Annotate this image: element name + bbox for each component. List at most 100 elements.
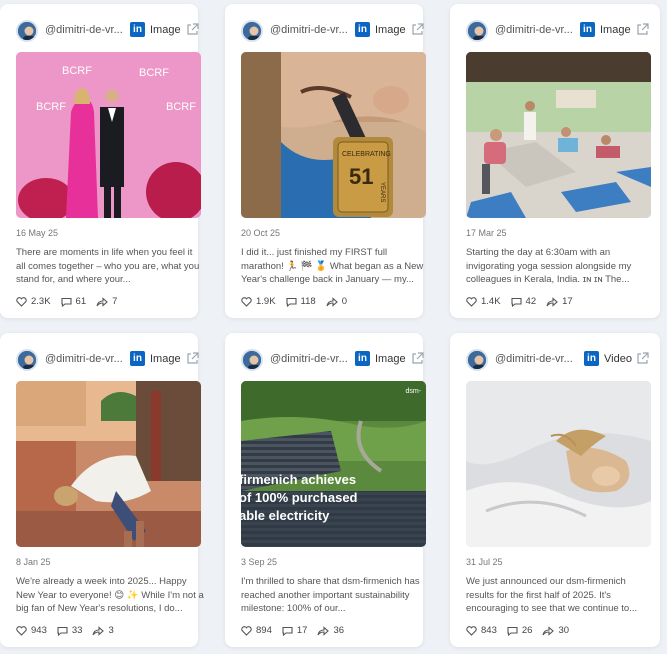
image-caption: dsm-: [405, 388, 421, 395]
post-date: 16 May 25: [16, 228, 59, 238]
post-text[interactable]: There are moments in life when you feel …: [16, 246, 204, 287]
medal-text: CELEBRATING: [342, 151, 391, 158]
shares-count: 0: [341, 296, 347, 307]
author-handle[interactable]: @dimitri-de-vr...: [270, 353, 348, 365]
post-date: 3 Sep 25: [241, 557, 278, 567]
post-text[interactable]: Starting the day at 6:30am with an invig…: [466, 246, 654, 287]
external-link-icon[interactable]: [636, 23, 649, 36]
shares-stat: 3: [92, 625, 114, 636]
post-card[interactable]: @dimitri-de-vr... in Video 31 Jul 25 We …: [450, 333, 660, 647]
media-type-label: Image: [150, 353, 181, 365]
card-header: @dimitri-de-vr... in Image: [225, 4, 424, 50]
comment-icon: [510, 297, 522, 307]
shares-stat: 0: [326, 296, 347, 307]
comments-stat: 33: [57, 625, 83, 636]
post-video-thumbnail[interactable]: [466, 381, 651, 547]
author-handle[interactable]: @dimitri-de-vr...: [270, 24, 348, 36]
card-header: @dimitri-de-vr... in Image: [225, 333, 424, 379]
post-card[interactable]: @dimitri-de-vr... in Image dsm- firmenic…: [225, 333, 426, 647]
image-caption: of 100% purchased: [241, 490, 358, 505]
post-text[interactable]: I did it... just finished my FIRST full …: [241, 246, 429, 287]
comments-stat: 17: [282, 625, 308, 636]
media-type-label: Image: [150, 24, 181, 36]
post-image[interactable]: BCRF BCRF BCRF BCRF: [16, 52, 201, 218]
share-icon: [317, 625, 330, 636]
linkedin-icon: in: [580, 22, 595, 37]
post-image[interactable]: [466, 52, 651, 218]
avatar[interactable]: [466, 349, 488, 371]
likes-count: 1.4K: [481, 296, 501, 307]
card-header: @dimitri-de-vr... in Image: [0, 4, 199, 50]
external-link-icon[interactable]: [411, 352, 424, 365]
comment-icon: [285, 297, 297, 307]
shares-stat: 30: [542, 625, 569, 636]
linkedin-icon: in: [355, 351, 370, 366]
share-icon: [326, 296, 338, 307]
comments-stat: 118: [285, 296, 316, 307]
likes-count: 894: [256, 625, 272, 636]
author-handle[interactable]: @dimitri-de-vr...: [45, 24, 123, 36]
medal-text: YEARS: [379, 182, 385, 202]
avatar[interactable]: [241, 20, 263, 42]
comment-icon: [507, 626, 518, 636]
shares-count: 7: [112, 296, 118, 307]
likes-count: 2.3K: [31, 296, 51, 307]
author-handle[interactable]: @dimitri-de-vr...: [495, 24, 573, 36]
post-image[interactable]: dsm- firmenich achieves of 100% purchase…: [241, 381, 426, 547]
banner-text: BCRF: [62, 65, 92, 77]
likes-count: 1.9K: [256, 296, 276, 307]
heart-icon: [466, 296, 477, 307]
shares-stat: 36: [317, 625, 344, 636]
likes-count: 843: [481, 625, 497, 636]
post-stats: 1.4K 42 17: [466, 296, 583, 307]
likes-stat: 1.9K: [241, 296, 276, 307]
post-card[interactable]: @dimitri-de-vr... in Image CELEBRATING 5…: [225, 4, 426, 318]
comments-count: 118: [300, 296, 316, 307]
post-card[interactable]: @dimitri-de-vr... in Image BCRF BCRF BCR…: [0, 4, 201, 318]
likes-count: 943: [31, 625, 47, 636]
share-icon: [546, 296, 558, 307]
external-link-icon[interactable]: [636, 352, 649, 365]
author-handle[interactable]: @dimitri-de-vr...: [495, 353, 573, 365]
post-text[interactable]: I'm thrilled to share that dsm-firmenich…: [241, 575, 429, 616]
linkedin-icon: in: [130, 351, 145, 366]
avatar[interactable]: [466, 20, 488, 42]
comments-count: 61: [75, 296, 87, 307]
author-handle[interactable]: @dimitri-de-vr...: [45, 353, 123, 365]
post-date: 8 Jan 25: [16, 557, 51, 567]
post-card[interactable]: @dimitri-de-vr... in Image 17 Mar 25 Sta…: [450, 4, 660, 318]
likes-stat: 843: [466, 625, 497, 636]
card-header: @dimitri-de-vr... in Video: [450, 333, 660, 379]
external-link-icon[interactable]: [411, 23, 424, 36]
post-text[interactable]: We're already a week into 2025... Happy …: [16, 575, 204, 616]
avatar[interactable]: [16, 20, 38, 42]
comments-count: 33: [71, 625, 83, 636]
post-image[interactable]: [16, 381, 201, 547]
post-text[interactable]: We just announced our dsm-firmenich resu…: [466, 575, 654, 616]
image-caption: firmenich achieves: [241, 472, 356, 487]
post-image[interactable]: CELEBRATING 51 YEARS: [241, 52, 426, 218]
share-icon: [92, 625, 105, 636]
heart-icon: [16, 625, 27, 636]
shares-count: 3: [108, 625, 114, 636]
heart-icon: [466, 625, 477, 636]
external-link-icon[interactable]: [186, 23, 199, 36]
comments-count: 17: [296, 625, 308, 636]
post-stats: 843 26 30: [466, 625, 579, 636]
post-card[interactable]: @dimitri-de-vr... in Image 8 Jan 25 We'r…: [0, 333, 204, 647]
card-header: @dimitri-de-vr... in Image: [0, 333, 199, 379]
comment-icon: [282, 626, 293, 636]
likes-stat: 943: [16, 625, 47, 636]
avatar[interactable]: [16, 349, 38, 371]
medal-number: 51: [349, 164, 373, 189]
share-icon: [542, 625, 555, 636]
shares-stat: 7: [96, 296, 117, 307]
comments-stat: 61: [60, 296, 87, 307]
banner-text: BCRF: [166, 101, 196, 113]
banner-text: BCRF: [36, 101, 66, 113]
card-header: @dimitri-de-vr... in Image: [450, 4, 660, 50]
avatar[interactable]: [241, 349, 263, 371]
shares-count: 36: [333, 625, 345, 636]
post-date: 20 Oct 25: [241, 228, 281, 238]
external-link-icon[interactable]: [186, 352, 199, 365]
